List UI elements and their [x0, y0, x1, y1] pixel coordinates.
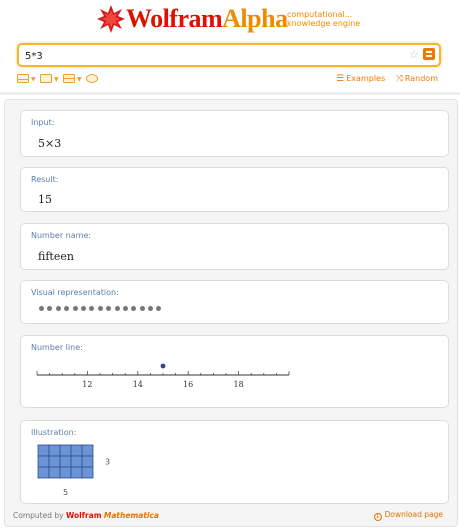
representation-dot — [156, 306, 162, 311]
tick-label: 18 — [234, 380, 244, 389]
search-input[interactable] — [25, 49, 405, 63]
pod-input: Input: 5×3 — [20, 110, 449, 157]
examples-label: Examples — [346, 74, 386, 83]
grid-cell — [59, 466, 72, 479]
width-label: 5 — [63, 488, 68, 497]
grid-cell — [70, 444, 83, 457]
representation-dot — [106, 306, 112, 311]
grid-cell — [37, 444, 50, 457]
grid-cell — [70, 455, 83, 468]
grid-cell — [48, 466, 61, 479]
height-label: 3 — [105, 458, 110, 467]
results-area: Input: 5×3 Result: 15 Number name: fifte… — [4, 99, 458, 527]
representation-dot — [114, 306, 120, 311]
representation-dot — [39, 306, 44, 311]
representation-dot — [80, 306, 86, 311]
grid-cell — [37, 455, 50, 468]
logo-alpha: Alpha — [222, 4, 288, 33]
chevron-down-icon[interactable]: ▼ — [77, 76, 82, 84]
download-page-link[interactable]: ↓ Download page — [373, 510, 443, 521]
tagline-line-1: computational... — [287, 10, 353, 19]
pod-illustration: Illustration: 53 — [20, 420, 449, 504]
dot-row — [39, 306, 165, 314]
tick-label: 12 — [82, 380, 92, 389]
grid-cell — [70, 466, 83, 479]
keyboard-icon[interactable] — [17, 74, 29, 83]
camera-icon[interactable] — [40, 74, 52, 83]
pod-value: 15 — [38, 193, 52, 206]
chevron-down-icon[interactable]: ▼ — [31, 76, 36, 84]
tagline-line-2: knowledge engine — [287, 19, 361, 28]
spikey-logo-icon[interactable] — [96, 4, 126, 34]
grid-cell — [59, 455, 72, 468]
representation-dot — [47, 306, 53, 311]
pod-title: Input: — [31, 118, 55, 127]
divider — [0, 92, 460, 95]
logo-tagline: computational... knowledge engine — [287, 10, 360, 28]
pod-title: Number name: — [31, 231, 92, 240]
grid-cell — [81, 444, 94, 457]
mathematica-link[interactable]: Mathematica — [104, 511, 159, 520]
pod-title: Illustration: — [31, 428, 77, 437]
representation-dot — [148, 306, 154, 311]
grid-cell — [81, 466, 94, 479]
upload-icon[interactable] — [86, 74, 98, 83]
footer: Computed by Wolfram Mathematica — [13, 511, 159, 520]
random-link[interactable]: ⤨ Random — [395, 74, 438, 84]
pod-visual-representation: Visual representation: — [20, 280, 449, 324]
representation-dot — [55, 306, 61, 311]
grid-cell — [59, 444, 72, 457]
equals-icon[interactable] — [423, 48, 435, 60]
representation-dot — [64, 306, 70, 311]
wolframalpha-logo[interactable]: WolframAlpha — [126, 4, 288, 34]
pod-value: fifteen — [38, 250, 74, 263]
representation-dot — [131, 306, 137, 311]
shuffle-icon: ⤨ — [395, 74, 403, 84]
download-icon: ↓ — [373, 513, 382, 521]
grid-cell — [81, 455, 94, 468]
rectangle-grid-illustration: 53 — [37, 444, 110, 497]
random-label: Random — [404, 74, 438, 83]
grid-cell — [37, 466, 50, 479]
tick-label: 16 — [183, 380, 193, 389]
list-icon: ☰ — [336, 74, 345, 84]
header: WolframAlpha computational... knowledge … — [0, 0, 460, 38]
grid-cell — [48, 455, 61, 468]
download-label: Download page — [384, 510, 443, 519]
representation-dot — [122, 306, 128, 311]
star-icon[interactable]: ☆ — [409, 48, 419, 62]
computed-by-label: Computed by — [13, 511, 64, 520]
examples-link[interactable]: ☰ Examples — [336, 74, 386, 84]
table-icon[interactable] — [63, 74, 75, 83]
representation-dot — [139, 306, 145, 311]
number-point — [160, 363, 166, 369]
number-line-plot: 12 14 16 18 — [36, 363, 290, 389]
pod-title: Visual representation: — [31, 288, 119, 297]
pod-number-name: Number name: fifteen — [20, 223, 449, 270]
pod-result: Result: 15 — [20, 167, 449, 212]
pod-title: Result: — [31, 175, 59, 184]
representation-dot — [89, 306, 95, 311]
tick-label: 14 — [133, 380, 143, 389]
pod-number-line: Number line: 12 14 16 18 — [20, 335, 449, 408]
grid-cell — [48, 444, 61, 457]
pod-title: Number line: — [31, 343, 83, 352]
toolbar-links: ☰ Examples ⤨ Random — [328, 74, 438, 84]
wolfram-link[interactable]: Wolfram — [66, 511, 102, 520]
representation-dot — [97, 306, 103, 311]
pod-value: 5×3 — [38, 137, 62, 150]
representation-dot — [72, 306, 78, 311]
search-box: ☆ — [17, 43, 441, 67]
chevron-down-icon[interactable]: ▼ — [54, 76, 59, 84]
logo-wolfram: Wolfram — [126, 4, 223, 33]
